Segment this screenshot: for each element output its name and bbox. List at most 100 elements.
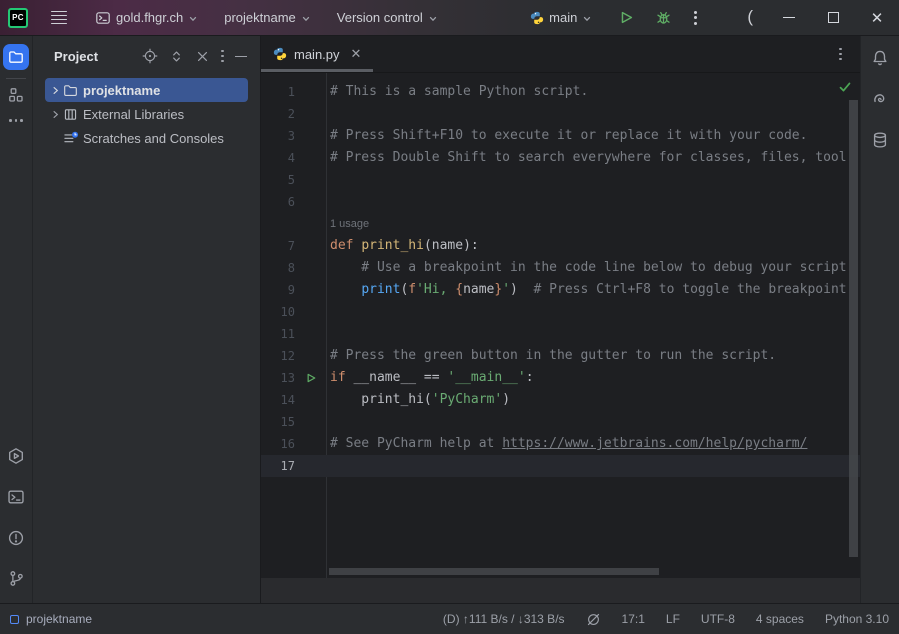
python-icon <box>273 47 287 61</box>
editor-tab-bar: main.py ✕ <box>261 36 860 73</box>
editor-column: main.py ✕ 1# This is a sample Python scr… <box>261 36 860 603</box>
line-number: 3 <box>261 125 295 147</box>
interpreter-widget[interactable]: Python 3.10 <box>825 612 889 626</box>
services-tool-icon[interactable] <box>7 447 25 465</box>
window-close-button[interactable]: ✕ <box>855 0 899 36</box>
project-panel-header: Project <box>33 36 260 76</box>
status-bar: projektname (D) ↑111 B/s / ↓313 B/s 17:1… <box>0 603 899 634</box>
line-number: 7 <box>261 235 295 257</box>
more-actions-icon[interactable] <box>686 6 705 30</box>
vertical-scrollbar[interactable] <box>849 100 858 557</box>
structure-tool-icon[interactable] <box>8 87 24 103</box>
project-widget[interactable]: projektname <box>218 6 317 29</box>
code-line[interactable]: 10 <box>261 301 860 323</box>
gutter-marker <box>295 213 326 235</box>
tab-label: main.py <box>294 47 340 62</box>
indent-widget[interactable]: 4 spaces <box>756 612 804 626</box>
chevron-right-icon[interactable] <box>45 86 63 95</box>
terminal-box-icon <box>95 10 111 26</box>
gutter-marker <box>295 169 326 191</box>
run-configuration-widget[interactable]: main <box>524 6 598 29</box>
gutter-marker <box>295 345 326 367</box>
code-line[interactable]: 1# This is a sample Python script. <box>261 81 860 103</box>
caret-position-widget[interactable]: 17:1 <box>622 612 645 626</box>
vcs-widget[interactable]: Version control <box>331 6 444 29</box>
locate-file-icon[interactable] <box>141 47 159 65</box>
remote-host-widget[interactable]: gold.fhgr.ch <box>89 6 204 30</box>
code-text: def print_hi(name): <box>326 235 860 257</box>
tree-item-external-libraries[interactable]: External Libraries <box>45 102 248 126</box>
tab-options-icon[interactable] <box>831 43 850 66</box>
network-speed-widget[interactable]: (D) ↑111 B/s / ↓313 B/s <box>443 612 565 626</box>
collapse-all-icon[interactable] <box>194 48 211 65</box>
encoding-widget[interactable]: UTF-8 <box>701 612 735 626</box>
tree-item-scratches[interactable]: Scratches and Consoles <box>45 126 248 150</box>
line-separator-widget[interactable]: LF <box>666 612 680 626</box>
code-line[interactable]: 12# Press the green button in the gutter… <box>261 345 860 367</box>
code-line[interactable]: 2 <box>261 103 860 125</box>
code-line[interactable]: 17 <box>261 455 860 477</box>
line-number: 16 <box>261 433 295 455</box>
code-line[interactable]: 8 # Use a breakpoint in the code line be… <box>261 257 860 279</box>
highlighting-level-icon[interactable] <box>586 612 601 627</box>
main-menu-icon[interactable] <box>45 5 73 31</box>
window-maximize-button[interactable] <box>811 0 855 36</box>
chevron-down-icon <box>188 14 198 24</box>
code-line[interactable]: 7 def print_hi(name): <box>261 235 860 257</box>
project-panel-title: Project <box>54 49 98 64</box>
git-tool-icon[interactable] <box>8 570 25 587</box>
horizontal-scrollbar[interactable] <box>329 568 659 575</box>
window-minimize-button[interactable] <box>767 0 811 36</box>
gutter-marker <box>295 279 326 301</box>
code-line[interactable]: 16# See PyCharm help at https://www.jetb… <box>261 433 860 455</box>
code-line[interactable]: 4# Press Double Shift to search everywhe… <box>261 147 860 169</box>
code-line[interactable]: 3# Press Shift+F10 to execute it or repl… <box>261 125 860 147</box>
run-button[interactable] <box>612 5 641 30</box>
code-text <box>326 323 860 345</box>
terminal-tool-icon[interactable] <box>7 488 25 506</box>
tree-item-projektname[interactable]: projektname <box>45 78 248 102</box>
inlay-hint-row[interactable]: 1 usage <box>261 213 860 235</box>
tree-item-label: External Libraries <box>83 107 184 122</box>
problems-tool-icon[interactable] <box>7 529 25 547</box>
code-line[interactable]: 9 print(f'Hi, {name}') # Press Ctrl+F8 t… <box>261 279 860 301</box>
debug-button[interactable] <box>649 5 678 30</box>
line-number: 13 <box>261 367 295 389</box>
line-number: 15 <box>261 411 295 433</box>
code-text: print(f'Hi, {name}') # Press Ctrl+F8 to … <box>326 279 860 301</box>
notifications-bell-icon[interactable] <box>871 49 889 67</box>
gutter-marker <box>295 323 326 345</box>
inspections-ok-icon[interactable] <box>838 80 852 94</box>
gutter-marker <box>295 103 326 125</box>
panel-options-icon[interactable] <box>220 49 225 64</box>
more-tool-windows-icon[interactable] <box>9 119 23 122</box>
ai-assistant-icon[interactable] <box>871 90 889 108</box>
line-number: 8 <box>261 257 295 279</box>
database-icon[interactable] <box>871 131 889 149</box>
code-line[interactable]: 14 print_hi('PyCharm') <box>261 389 860 411</box>
code-line[interactable]: 15 <box>261 411 860 433</box>
tab-close-icon[interactable]: ✕ <box>349 46 364 62</box>
tree-item-label: Scratches and Consoles <box>83 131 224 146</box>
chevron-right-icon[interactable] <box>45 110 63 119</box>
project-tool-button[interactable] <box>3 44 29 70</box>
expand-all-icon[interactable] <box>168 48 185 65</box>
run-line-icon[interactable] <box>295 367 326 389</box>
code-line[interactable]: 11 <box>261 323 860 345</box>
gutter-marker <box>295 301 326 323</box>
code-text: # Press the green button in the gutter t… <box>326 345 860 367</box>
project-panel: Project <box>33 36 261 603</box>
chevron-down-icon <box>428 14 438 24</box>
code-text: print_hi('PyCharm') <box>326 389 860 411</box>
code-text: # Press Double Shift to search everywher… <box>326 147 860 169</box>
code-line[interactable]: 6 <box>261 191 860 213</box>
status-project-widget[interactable]: projektname <box>10 612 92 626</box>
tab-main-py[interactable]: main.py ✕ <box>261 36 373 72</box>
code-line[interactable]: 13if __name__ == '__main__': <box>261 367 860 389</box>
code-editor[interactable]: 1# This is a sample Python script.23# Pr… <box>261 73 860 578</box>
hide-panel-icon[interactable] <box>234 54 248 59</box>
code-line[interactable]: 5 <box>261 169 860 191</box>
title-bar: PC gold.fhgr.ch projektname Version cont… <box>0 0 899 36</box>
line-number: 5 <box>261 169 295 191</box>
gutter-marker <box>295 125 326 147</box>
